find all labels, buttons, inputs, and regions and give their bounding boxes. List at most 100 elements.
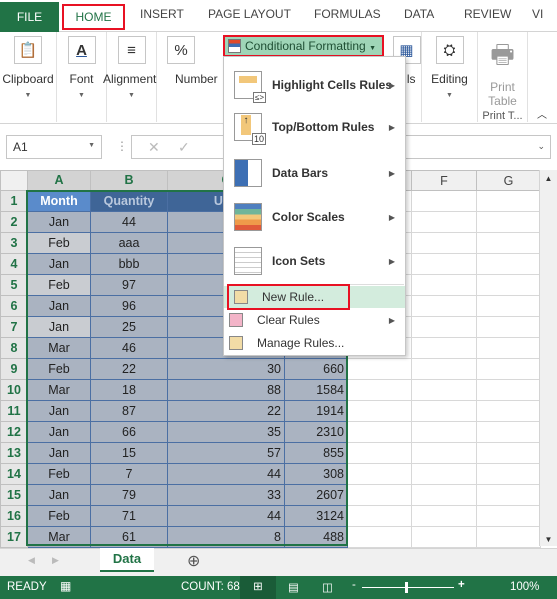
menu-item-color-scales[interactable]: Color Scales ▶ bbox=[224, 197, 405, 237]
row-header[interactable]: 3 bbox=[0, 232, 28, 254]
cell[interactable]: 57 bbox=[167, 442, 285, 464]
cell[interactable]: 855 bbox=[284, 442, 348, 464]
menu-item-highlight-cells-rules[interactable]: ≤> Highlight Cells Rules ▶ bbox=[224, 65, 405, 105]
row-header[interactable]: 9 bbox=[0, 358, 28, 380]
row-header[interactable]: 15 bbox=[0, 484, 28, 506]
cell[interactable]: Jan bbox=[27, 484, 91, 506]
cell[interactable] bbox=[347, 379, 412, 401]
tab-file[interactable]: FILE bbox=[0, 2, 59, 32]
cell[interactable] bbox=[476, 190, 541, 212]
cell[interactable]: Feb bbox=[27, 274, 91, 296]
cell[interactable] bbox=[347, 526, 412, 548]
cell[interactable]: 71 bbox=[90, 505, 168, 527]
collapse-ribbon-icon[interactable]: ︿ bbox=[537, 106, 547, 121]
cell[interactable]: Feb bbox=[27, 505, 91, 527]
cell[interactable] bbox=[476, 400, 541, 422]
cell[interactable]: 1584 bbox=[284, 379, 348, 401]
tab-page-layout[interactable]: PAGE LAYOUT bbox=[208, 7, 291, 21]
row-header[interactable]: 13 bbox=[0, 442, 28, 464]
cell[interactable] bbox=[476, 484, 541, 506]
cell[interactable] bbox=[476, 295, 541, 317]
cell[interactable]: 44 bbox=[167, 505, 285, 527]
sheet-tab-data[interactable]: Data bbox=[100, 548, 154, 572]
cell[interactable] bbox=[411, 358, 477, 380]
cell[interactable] bbox=[411, 232, 477, 254]
row-header[interactable]: 11 bbox=[0, 400, 28, 422]
page-layout-view-icon[interactable]: ▤ bbox=[288, 580, 299, 594]
cell[interactable]: 35 bbox=[167, 421, 285, 443]
row-header[interactable]: 7 bbox=[0, 316, 28, 338]
cell[interactable] bbox=[476, 358, 541, 380]
alignment-group[interactable]: ≡ Alignment ▼ bbox=[103, 32, 157, 122]
zoom-slider-thumb[interactable] bbox=[405, 582, 408, 593]
cell[interactable] bbox=[347, 421, 412, 443]
column-header[interactable]: B bbox=[90, 170, 168, 192]
cell[interactable]: 44 bbox=[167, 463, 285, 485]
menu-item-clear-rules[interactable]: Clear Rules ▶ bbox=[224, 309, 405, 331]
cell[interactable]: Jan bbox=[27, 295, 91, 317]
cell[interactable] bbox=[411, 274, 477, 296]
zoom-slider[interactable] bbox=[362, 587, 454, 588]
row-header[interactable]: 8 bbox=[0, 337, 28, 359]
cell[interactable] bbox=[476, 379, 541, 401]
zoom-level[interactable]: 100% bbox=[510, 581, 539, 593]
row-header[interactable]: 5 bbox=[0, 274, 28, 296]
menu-item-icon-sets[interactable]: Icon Sets ▶ bbox=[224, 241, 405, 281]
cell[interactable]: 87 bbox=[90, 400, 168, 422]
cell[interactable] bbox=[476, 232, 541, 254]
name-box[interactable]: A1 ▼ bbox=[6, 135, 102, 159]
cell[interactable]: Feb bbox=[27, 232, 91, 254]
cell[interactable]: Jan bbox=[27, 211, 91, 233]
cell[interactable]: aaa bbox=[90, 232, 168, 254]
cell[interactable] bbox=[347, 358, 412, 380]
cell[interactable] bbox=[476, 526, 541, 548]
cell[interactable]: Jan bbox=[27, 316, 91, 338]
row-header[interactable]: 12 bbox=[0, 421, 28, 443]
number-group[interactable]: % Number bbox=[157, 32, 218, 122]
cell[interactable] bbox=[411, 337, 477, 359]
column-header[interactable]: G bbox=[476, 170, 541, 191]
zoom-out-icon[interactable]: - bbox=[352, 579, 356, 591]
cell[interactable]: Mar bbox=[27, 337, 91, 359]
cell[interactable]: 97 bbox=[90, 274, 168, 296]
cell[interactable]: Mar bbox=[27, 379, 91, 401]
scroll-up-icon[interactable]: ▲ bbox=[540, 174, 557, 183]
cell[interactable]: 30 bbox=[167, 358, 285, 380]
macro-record-icon[interactable]: ▦ bbox=[60, 579, 71, 593]
cell[interactable] bbox=[347, 442, 412, 464]
cell[interactable] bbox=[476, 505, 541, 527]
tab-formulas[interactable]: FORMULAS bbox=[314, 7, 381, 21]
cell[interactable] bbox=[411, 526, 477, 548]
cell[interactable]: bbb bbox=[90, 253, 168, 275]
add-sheet-icon[interactable]: ⊕ bbox=[187, 551, 200, 571]
cell[interactable]: 7 bbox=[90, 463, 168, 485]
row-header[interactable]: 17 bbox=[0, 526, 28, 548]
column-header[interactable]: A bbox=[27, 170, 91, 192]
cell[interactable] bbox=[411, 190, 477, 212]
print-table-group[interactable]: 🖶 Print Table Print T... bbox=[478, 32, 528, 122]
font-group[interactable]: A Font ▼ bbox=[57, 32, 107, 122]
editing-group[interactable]: ⛭ Editing ▼ bbox=[422, 32, 478, 122]
cell[interactable]: Feb bbox=[27, 358, 91, 380]
cell[interactable]: 3124 bbox=[284, 505, 348, 527]
cell[interactable] bbox=[411, 442, 477, 464]
cell[interactable] bbox=[411, 484, 477, 506]
cell[interactable]: 488 bbox=[284, 526, 348, 548]
menu-item-new-rule[interactable]: New Rule... bbox=[227, 284, 350, 310]
cell[interactable] bbox=[411, 505, 477, 527]
cell[interactable]: Jan bbox=[27, 442, 91, 464]
cell[interactable] bbox=[347, 400, 412, 422]
cell[interactable]: 44 bbox=[90, 211, 168, 233]
cell[interactable]: 61 bbox=[90, 526, 168, 548]
select-all-corner[interactable] bbox=[0, 170, 28, 191]
tab-view[interactable]: VI bbox=[532, 7, 543, 21]
cell[interactable]: 96 bbox=[90, 295, 168, 317]
cell[interactable]: 66 bbox=[90, 421, 168, 443]
scroll-right-icon[interactable]: ▶ bbox=[52, 555, 59, 566]
cell[interactable] bbox=[411, 400, 477, 422]
cell[interactable] bbox=[411, 421, 477, 443]
scroll-down-icon[interactable]: ▼ bbox=[540, 535, 557, 544]
cell[interactable]: Feb bbox=[27, 463, 91, 485]
cell[interactable] bbox=[347, 463, 412, 485]
cell[interactable] bbox=[347, 505, 412, 527]
